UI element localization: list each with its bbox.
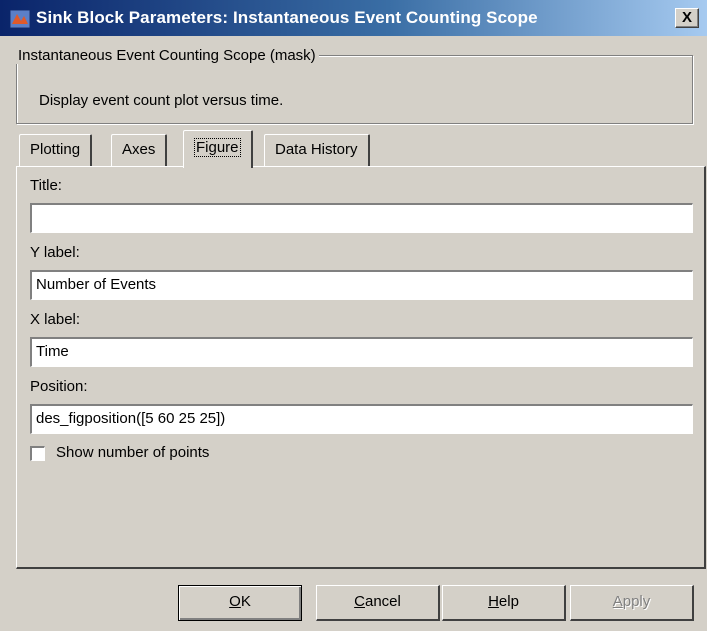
ylabel-field[interactable]: Number of Events: [30, 270, 693, 300]
mask-groupbox: [16, 55, 693, 124]
mask-group-label: Instantaneous Event Counting Scope (mask…: [16, 47, 319, 64]
close-icon[interactable]: X: [675, 8, 699, 28]
window-title: Sink Block Parameters: Instantaneous Eve…: [36, 8, 538, 27]
title-label: Title:: [30, 177, 62, 194]
mask-description: Display event count plot versus time.: [39, 92, 284, 109]
show-points-checkbox[interactable]: [30, 446, 45, 461]
ylabel-label: Y label:: [30, 244, 80, 261]
position-field[interactable]: des_figposition([5 60 25 25]): [30, 404, 693, 434]
position-label: Position:: [30, 378, 88, 395]
help-button[interactable]: Help: [442, 585, 566, 621]
ok-button[interactable]: OK: [178, 585, 302, 621]
tab-plotting[interactable]: Plotting: [19, 134, 93, 166]
show-points-label[interactable]: Show number of points: [56, 444, 209, 461]
simulink-block-icon: [10, 10, 30, 28]
title-bar[interactable]: Sink Block Parameters: Instantaneous Eve…: [0, 0, 707, 36]
tab-data-history[interactable]: Data History: [264, 134, 370, 166]
tab-axes[interactable]: Axes: [111, 134, 168, 166]
title-field[interactable]: [30, 203, 693, 233]
tab-figure[interactable]: Figure: [183, 130, 253, 168]
cancel-button[interactable]: Cancel: [316, 585, 440, 621]
tab-bar: Plotting Axes Figure Data History: [16, 130, 416, 170]
xlabel-field[interactable]: Time: [30, 337, 693, 367]
apply-button[interactable]: Apply: [570, 585, 694, 621]
xlabel-label: X label:: [30, 311, 81, 328]
